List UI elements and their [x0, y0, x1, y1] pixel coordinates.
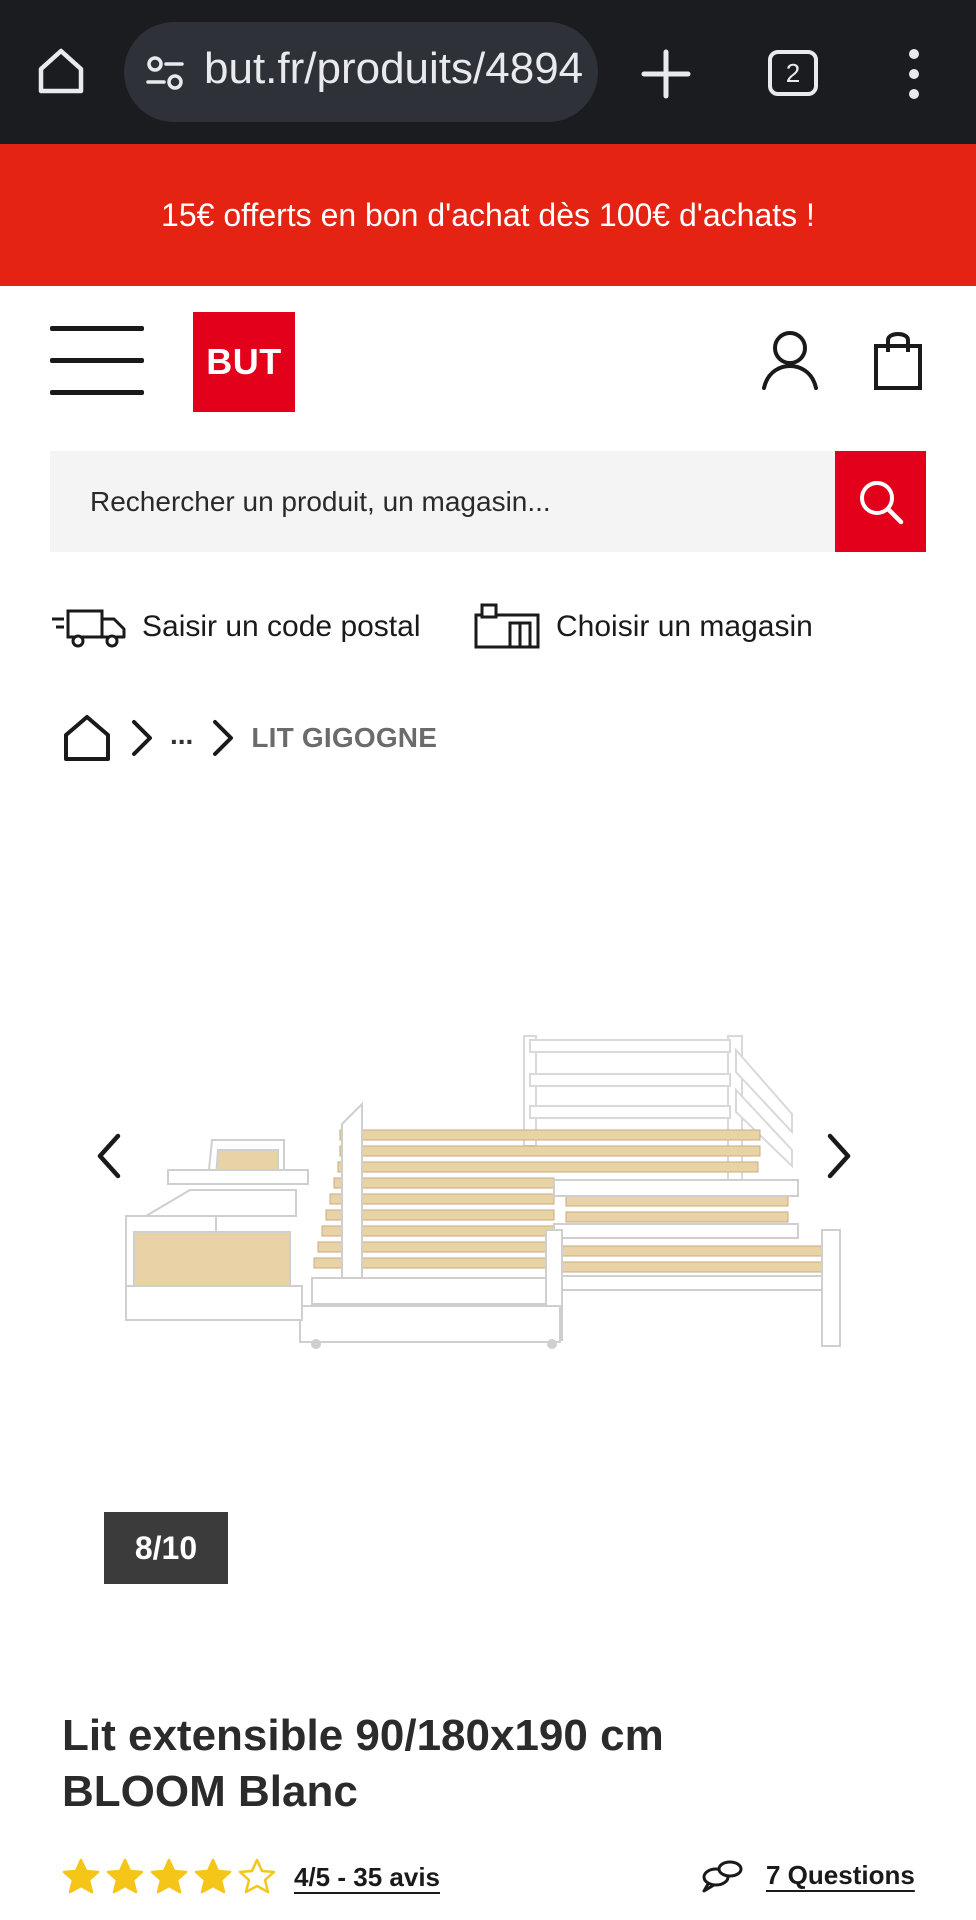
- breadcrumb-ellipsis[interactable]: ...: [170, 719, 193, 751]
- plus-icon[interactable]: [636, 44, 696, 104]
- kebab-menu-icon[interactable]: [894, 44, 934, 104]
- breadcrumb: ... LIT GIGOGNE: [62, 710, 762, 766]
- choose-store-link[interactable]: Choisir un magasin: [472, 600, 813, 654]
- site-header: BUT: [0, 286, 976, 436]
- shopping-bag-icon[interactable]: [872, 326, 924, 392]
- tab-switcher-button[interactable]: 2: [768, 50, 818, 96]
- chat-bubbles-icon: [702, 1860, 743, 1893]
- search-input[interactable]: [50, 451, 834, 552]
- questions-link[interactable]: 7 Questions: [700, 1852, 915, 1898]
- star-empty-icon: [238, 1858, 276, 1894]
- choose-store-label: Choisir un magasin: [556, 610, 813, 643]
- product-title: Lit extensible 90/180x190 cm BLOOM Blanc: [62, 1708, 882, 1820]
- delivery-truck-icon: [52, 609, 126, 648]
- star-filled-icon: [106, 1858, 144, 1894]
- breadcrumb-current[interactable]: LIT GIGOGNE: [251, 722, 437, 754]
- home-icon: [38, 48, 84, 94]
- url-text[interactable]: but.fr/produits/4894: [204, 44, 583, 94]
- product-image[interactable]: [116, 1020, 856, 1360]
- promo-text: 15€ offerts en bon d'achat dès 100€ d'ac…: [161, 196, 815, 233]
- browser-toolbar: but.fr/produits/4894 2: [0, 0, 976, 144]
- search-button[interactable]: [835, 451, 926, 552]
- postal-code-link[interactable]: Saisir un code postal: [50, 600, 421, 654]
- rating-stars: [62, 1858, 282, 1896]
- hamburger-icon[interactable]: [50, 326, 144, 396]
- store-icon: [474, 603, 540, 649]
- product-rating[interactable]: 4/5 - 35 avis: [62, 1852, 440, 1902]
- star-filled-icon: [150, 1858, 188, 1894]
- site-settings-icon[interactable]: [142, 50, 188, 96]
- chevron-right-icon[interactable]: [818, 1130, 858, 1182]
- chevron-right-icon: [132, 720, 152, 756]
- logo[interactable]: BUT: [193, 312, 295, 412]
- star-filled-icon: [194, 1858, 232, 1894]
- user-icon[interactable]: [760, 328, 820, 392]
- promo-banner[interactable]: 15€ offerts en bon d'achat dès 100€ d'ac…: [0, 144, 976, 286]
- search-icon: [859, 480, 903, 524]
- rating-link[interactable]: 4/5 - 35 avis: [294, 1862, 440, 1893]
- search-bar: [50, 451, 926, 552]
- product-gallery: 8/10: [0, 800, 976, 1600]
- star-filled-icon: [62, 1858, 100, 1894]
- product-title-line1: Lit extensible 90/180x190 cm: [62, 1711, 664, 1760]
- questions-label: 7 Questions: [766, 1859, 915, 1890]
- home-icon[interactable]: [62, 713, 112, 763]
- image-counter: 8/10: [104, 1512, 228, 1584]
- delivery-options: Saisir un code postal Choisir un magasin: [50, 600, 926, 654]
- browser-home-button[interactable]: [30, 40, 92, 102]
- postal-code-label: Saisir un code postal: [142, 610, 421, 643]
- address-bar[interactable]: but.fr/produits/4894: [124, 22, 598, 122]
- product-title-line2: BLOOM Blanc: [62, 1767, 358, 1816]
- chevron-right-icon: [213, 720, 234, 756]
